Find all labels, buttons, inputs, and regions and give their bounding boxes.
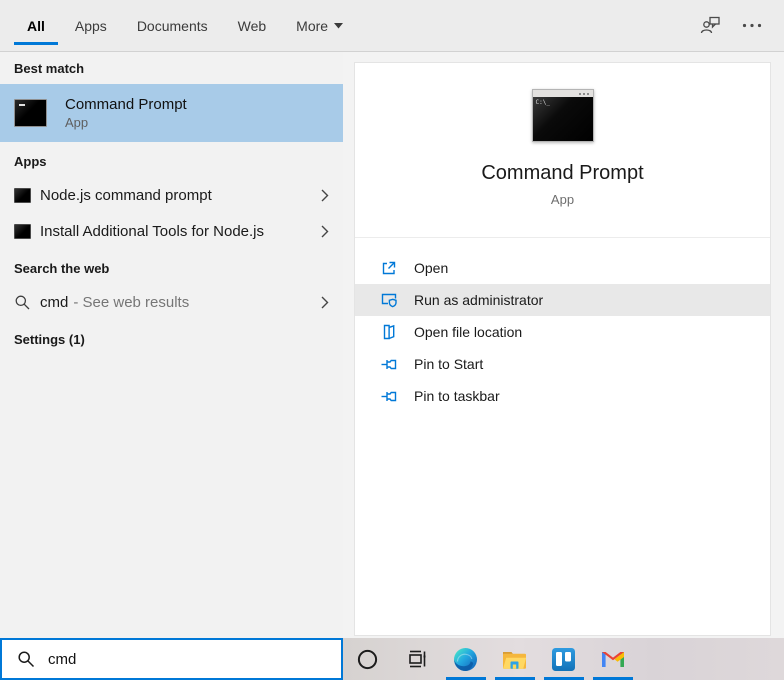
pin-icon [379, 387, 398, 406]
best-match-text: Command Prompt App [65, 94, 187, 132]
edge-icon [454, 647, 477, 671]
tab-all[interactable]: All [12, 0, 60, 51]
action-label: Pin to taskbar [414, 388, 500, 404]
action-open[interactable]: Open [355, 252, 770, 284]
search-icon [14, 294, 31, 311]
search-results-content: Best match Command Prompt App Apps Node.… [0, 52, 784, 638]
cortana-icon [357, 649, 378, 669]
tab-label: Web [237, 17, 267, 34]
tab-label: All [27, 17, 45, 34]
command-prompt-icon [14, 99, 47, 127]
result-title: Node.js command prompt [40, 186, 212, 204]
bottom-bar [0, 638, 784, 680]
taskbar [343, 638, 784, 680]
open-icon [379, 259, 398, 278]
taskbar-search-box[interactable] [0, 638, 343, 680]
best-match-title: Command Prompt [65, 96, 187, 114]
best-match-subtitle: App [65, 115, 89, 131]
results-list-panel: Best match Command Prompt App Apps Node.… [0, 52, 343, 638]
tab-label: Apps [74, 17, 107, 34]
search-input[interactable] [48, 650, 341, 668]
cortana-button[interactable] [343, 638, 392, 680]
search-filter-bar: All Apps Documents Web More [0, 0, 784, 52]
result-title: Install Additional Tools for Node.js [40, 222, 265, 240]
preview-app-title: Command Prompt [481, 162, 644, 184]
search-icon [18, 651, 35, 668]
cmd-icon-titlebar [532, 90, 593, 97]
action-label: Pin to Start [414, 356, 484, 372]
file-explorer-button[interactable] [490, 638, 539, 680]
windows-search-flyout: All Apps Documents Web More Best match C… [0, 0, 784, 680]
preview-app-type: App [550, 192, 575, 207]
trello-button[interactable] [539, 638, 588, 680]
tab-web[interactable]: Web [223, 0, 282, 51]
command-prompt-icon [14, 223, 31, 239]
section-header-best-match: Best match [14, 61, 85, 76]
action-open-file-location[interactable]: Open file location [355, 316, 770, 348]
tab-label: More [296, 17, 329, 34]
tab-label: Documents [136, 17, 208, 34]
edge-button[interactable] [441, 638, 490, 680]
feedback-icon[interactable] [699, 15, 722, 36]
web-result-query: cmd [40, 293, 69, 311]
command-prompt-icon-large: C:\_ [531, 89, 594, 142]
ellipsis-icon[interactable] [742, 23, 762, 28]
preview-header: C:\_ Command Prompt App [355, 63, 770, 237]
result-web-cmd[interactable]: cmd - See web results [0, 284, 343, 320]
action-pin-to-taskbar[interactable]: Pin to taskbar [355, 380, 770, 412]
pin-icon [379, 355, 398, 374]
preview-pane-area: C:\_ Command Prompt App Open Run as admi… [343, 52, 784, 638]
action-run-as-administrator[interactable]: Run as administrator [355, 284, 770, 316]
section-header-search-web: Search the web [14, 261, 110, 276]
section-header-apps: Apps [14, 154, 47, 169]
gmail-icon [601, 651, 624, 667]
result-filter-tabs: All Apps Documents Web More [12, 0, 358, 51]
action-label: Open [414, 260, 449, 276]
action-label: Run as administrator [414, 292, 544, 308]
chevron-right-icon[interactable] [321, 189, 329, 202]
result-nodejs-command-prompt[interactable]: Node.js command prompt [0, 177, 343, 213]
context-action-list: Open Run as administrator Open file loca… [355, 238, 770, 426]
tab-more[interactable]: More [281, 0, 358, 51]
chevron-right-icon[interactable] [321, 296, 329, 309]
section-header-settings: Settings (1) [14, 332, 85, 347]
action-pin-to-start[interactable]: Pin to Start [355, 348, 770, 380]
gmail-button[interactable] [588, 638, 637, 680]
best-match-command-prompt[interactable]: Command Prompt App [0, 84, 343, 142]
preview-pane: C:\_ Command Prompt App Open Run as admi… [354, 62, 771, 636]
trello-icon [552, 647, 575, 671]
command-prompt-icon [14, 187, 31, 203]
task-view-button[interactable] [392, 638, 441, 680]
result-install-node-tools[interactable]: Install Additional Tools for Node.js [0, 213, 343, 249]
cmd-icon-body: C:\_ [532, 97, 593, 141]
shield-icon [379, 291, 398, 310]
chevron-down-icon [334, 22, 344, 28]
folder-icon [379, 323, 398, 342]
chevron-right-icon[interactable] [321, 225, 329, 238]
tab-apps[interactable]: Apps [60, 0, 122, 51]
action-label: Open file location [414, 324, 523, 340]
web-result-suffix: - See web results [73, 293, 190, 311]
topbar-actions [699, 0, 784, 51]
task-view-icon [408, 650, 425, 668]
file-explorer-icon [503, 651, 527, 669]
tab-documents[interactable]: Documents [122, 0, 223, 51]
